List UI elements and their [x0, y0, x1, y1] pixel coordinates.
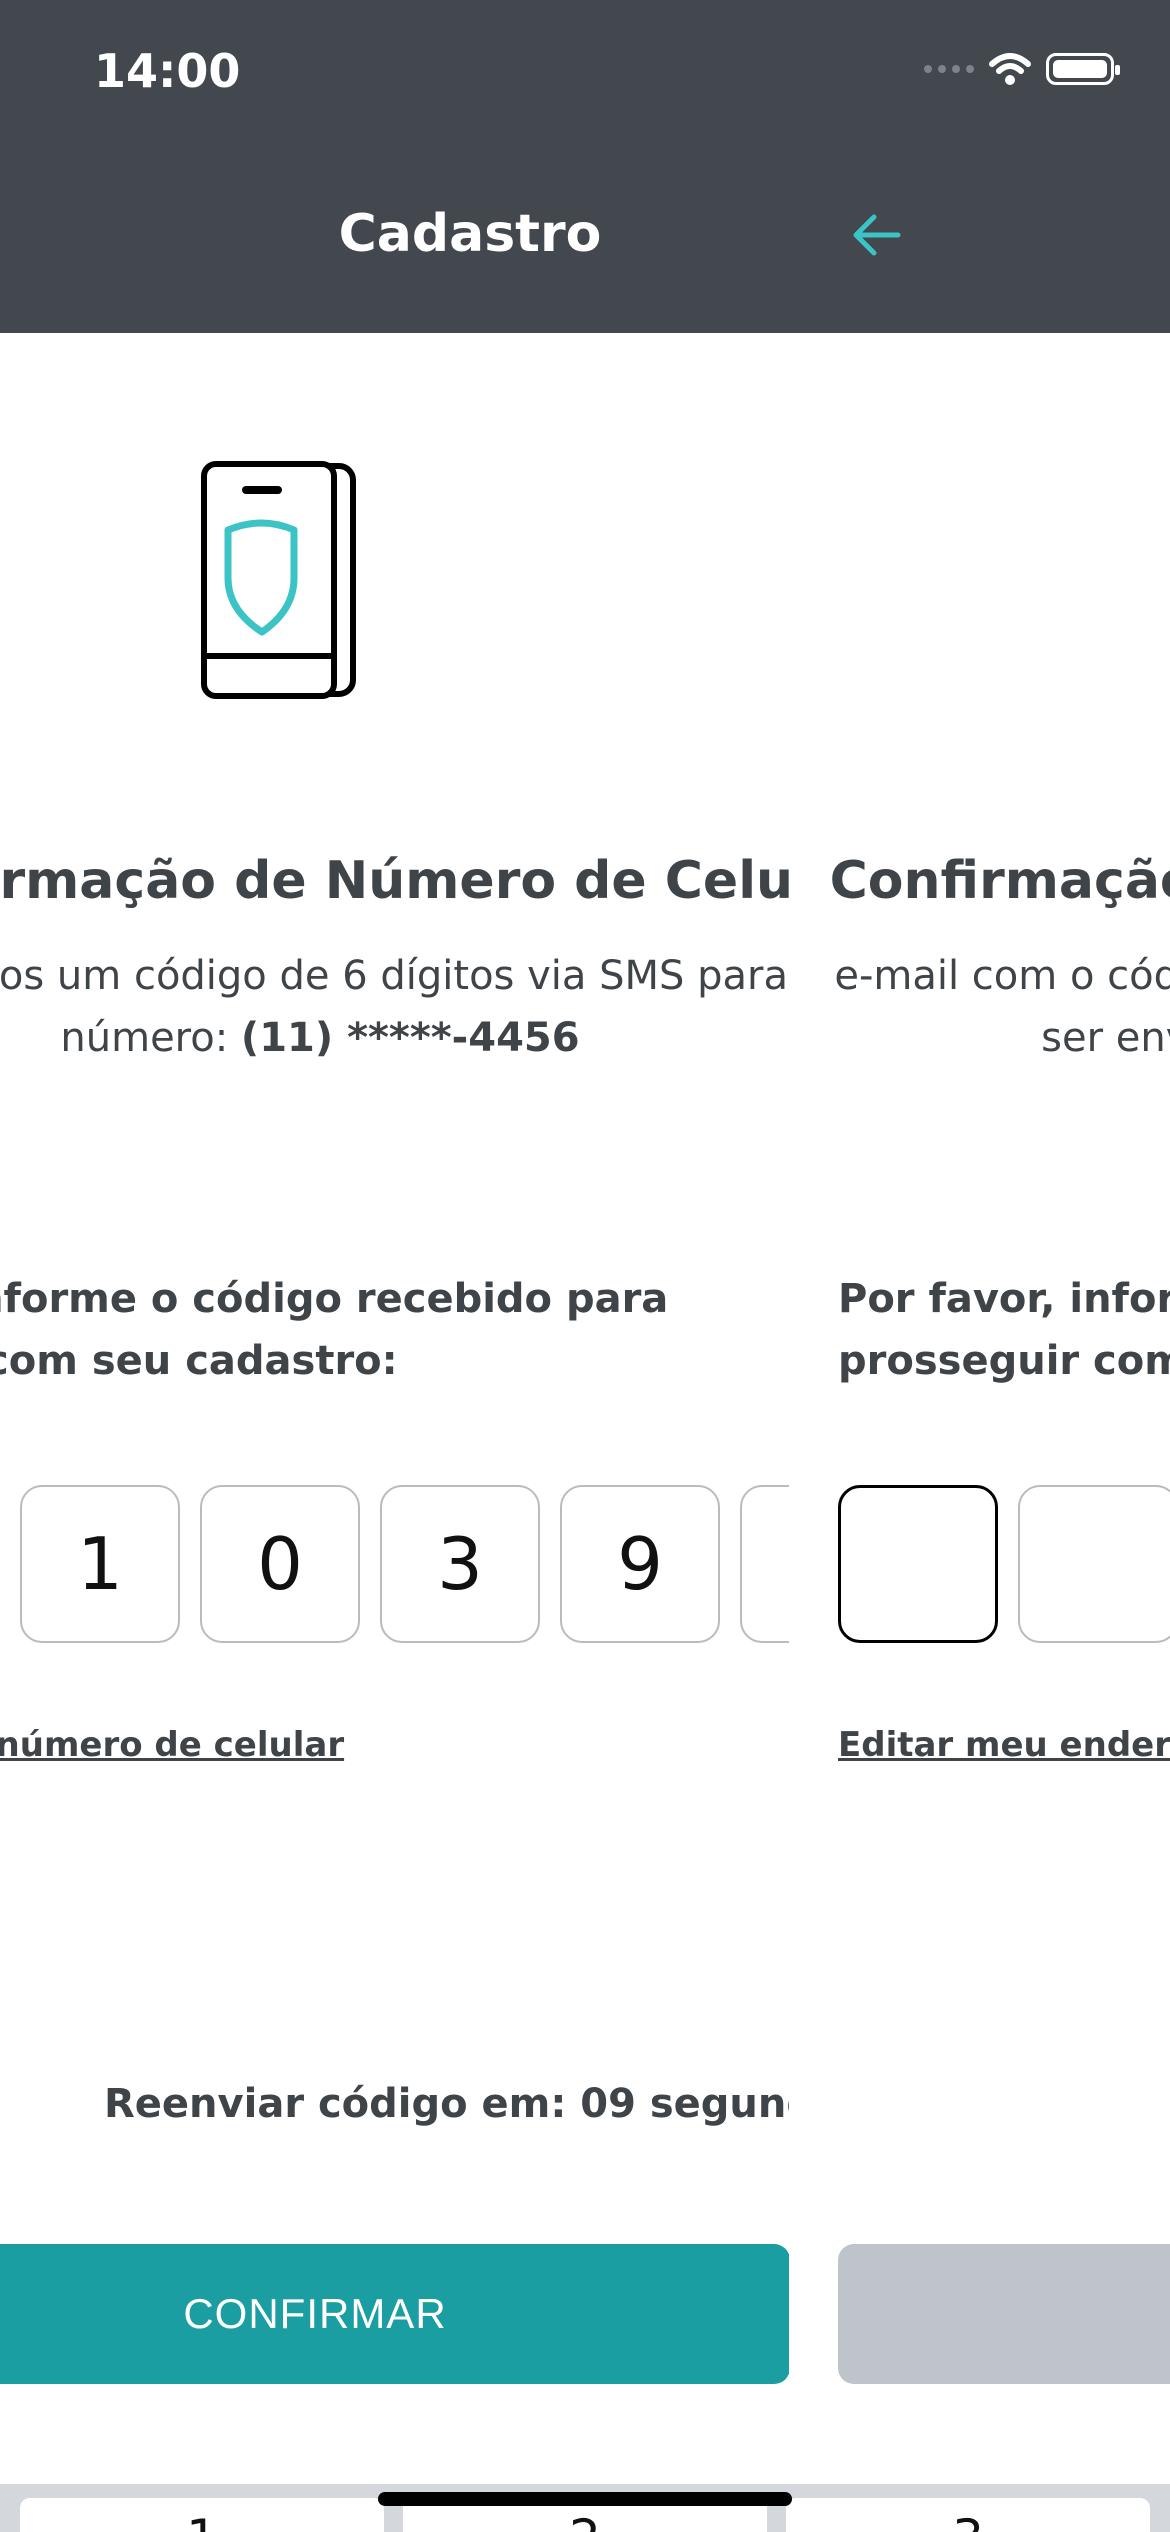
email-confirmation-title: Confirmação de E-mail: [829, 851, 1170, 911]
description-line-2: número: (11) *****-4456: [0, 1007, 789, 1069]
email-confirm-button: [838, 2244, 1170, 2384]
code-digit-input[interactable]: 1: [740, 1485, 789, 1643]
description-number-prefix: número:: [60, 1015, 241, 1061]
edit-phone-link[interactable]: Editar meu número de celular: [0, 1725, 344, 1765]
email-confirmation-description: Um e-mail com o código de confirmação se…: [823, 945, 1170, 1069]
battery-icon: [1046, 53, 1120, 85]
phone-confirmation-description: Enviamos um código de 6 dígitos via SMS …: [0, 945, 789, 1069]
back-arrow-icon[interactable]: [846, 205, 906, 265]
code-digit-input[interactable]: 9: [560, 1485, 720, 1643]
cellular-signal-icon: [924, 65, 974, 73]
phone-confirmation-title: Confirmação de Número de Celular: [0, 851, 789, 911]
code-digit-input[interactable]: 1: [20, 1485, 180, 1643]
keyboard-key-1[interactable]: 1: [20, 2498, 384, 2532]
page-title: Cadastro: [338, 204, 602, 264]
code-digit-input[interactable]: [838, 1485, 998, 1643]
masked-phone-number: (11) *****-4456: [240, 1015, 580, 1061]
wifi-icon: [989, 53, 1031, 85]
app-header: 14:00 Cadastro: [0, 0, 1170, 333]
status-time: 14:00: [94, 44, 241, 98]
email-code-input-group: [838, 1485, 1170, 1643]
status-icons: [924, 52, 1120, 86]
code-digit-input[interactable]: 0: [200, 1485, 360, 1643]
keyboard-key-3[interactable]: 3: [786, 2498, 1150, 2532]
description-line-1: Enviamos um código de 6 dígitos via SMS …: [0, 953, 789, 999]
email-confirmation-panel: Confirmação de E-mail Um e-mail com o có…: [823, 333, 1170, 2483]
prompt-line-2: prosseguir com: [838, 1338, 1170, 1384]
confirm-button[interactable]: CONFIRMAR: [0, 2244, 789, 2384]
code-digit-input[interactable]: [1018, 1485, 1170, 1643]
phone-shield-icon: [201, 461, 356, 699]
description-line-2: ser enviado: [1041, 1015, 1170, 1061]
resend-countdown: Reenviar código em: 09 segundos: [104, 2081, 789, 2127]
code-input-group: 1 1 0 3 9 1: [0, 1485, 789, 1643]
prompt-line-2: prosseguir com seu cadastro:: [0, 1338, 398, 1384]
code-digit-input[interactable]: 3: [380, 1485, 540, 1643]
phone-confirmation-panel: Confirmação de Número de Celular Enviamo…: [0, 333, 789, 2483]
home-indicator[interactable]: [378, 2492, 792, 2506]
prompt-line-1: Por favor, informe o código recebido par…: [0, 1276, 669, 1322]
edit-email-link[interactable]: Editar meu endereço de e-mail: [838, 1725, 1170, 1765]
prompt-line-1: Por favor, informe o código: [838, 1276, 1170, 1322]
description-line-1: Um e-mail com o código de confirmação: [823, 953, 1170, 999]
code-prompt: Por favor, informe o código recebido par…: [0, 1268, 668, 1392]
email-code-prompt: Por favor, informe o código prosseguir c…: [838, 1268, 1170, 1392]
